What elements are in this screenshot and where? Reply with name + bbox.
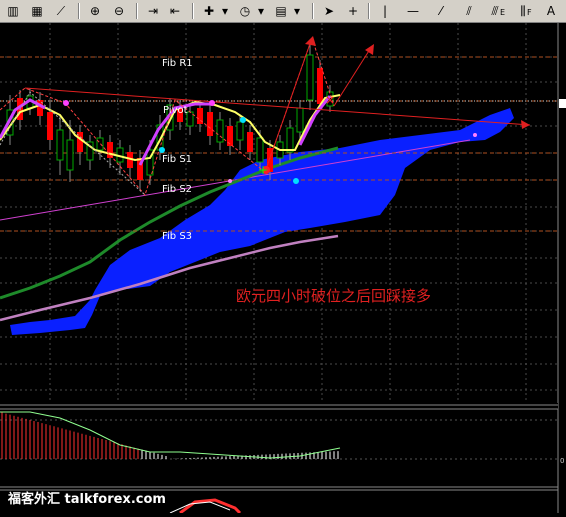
chart-annotation: 欧元四小时破位之后回踩接多 — [236, 287, 431, 305]
macd-signal-line — [0, 411, 341, 459]
pivot-dot — [240, 117, 246, 123]
pivot-dot — [63, 100, 69, 106]
zoom-out-icon[interactable]: ⊖ — [110, 2, 128, 20]
pivot-dot — [473, 133, 477, 137]
candle — [317, 68, 323, 104]
watermark: 福客外汇 talkforex.com — [7, 491, 166, 507]
candle — [66, 139, 74, 171]
price-axis — [558, 23, 566, 513]
chart-shift-icon[interactable]: ⇥ — [144, 2, 162, 20]
macd-zero-label: 0 — [560, 457, 564, 465]
toolbar-separator — [78, 3, 80, 19]
fib-r1-label: Fib R1 — [162, 58, 193, 69]
fib-s2-label: Fib S2 — [162, 184, 192, 195]
candle — [306, 54, 314, 101]
pivot-label: Pivot — [163, 105, 188, 116]
panel-divider — [0, 403, 558, 409]
arrow-head-icon — [305, 36, 316, 46]
fib-s3-label: Fib S3 — [162, 231, 192, 242]
vertical-line-icon[interactable]: | — [376, 2, 394, 20]
candle — [227, 126, 233, 146]
pivot-dot — [209, 100, 215, 106]
horizontal-line-icon[interactable]: — — [404, 2, 422, 20]
toolbar-separator — [192, 3, 194, 19]
macd-panel: 0 — [0, 411, 564, 465]
tool-letter-e: E — [500, 8, 506, 17]
buy-signal-icon: + — [258, 163, 268, 177]
equidistant-channel-icon[interactable]: ⫽ — [460, 2, 478, 20]
candle — [107, 142, 113, 158]
candle — [96, 137, 104, 151]
dropdown-arrow-icon[interactable]: ▾ — [288, 2, 306, 20]
candle — [186, 111, 194, 127]
crosshair-icon[interactable]: + — [344, 2, 362, 20]
autoscroll-icon[interactable]: ⇤ — [166, 2, 184, 20]
pivot-dot — [228, 179, 232, 183]
candlestick-icon[interactable]: ▦ — [28, 2, 46, 20]
candle — [216, 119, 224, 143]
candle — [247, 132, 253, 152]
pivot-dot — [293, 178, 299, 184]
toolbar-separator — [368, 3, 370, 19]
sell-signal-icon: × — [325, 93, 335, 107]
current-price-marker — [559, 99, 566, 108]
candle — [256, 137, 264, 163]
fib-s1-label: Fib S1 — [162, 154, 192, 165]
zoom-in-icon[interactable]: ⊕ — [86, 2, 104, 20]
resistance-trendline — [24, 87, 531, 126]
chart-window[interactable]: + × Fib R1 Pivot Fib S1 Fib S2 Fib S3 欧元… — [0, 23, 566, 515]
toolbar-separator — [136, 3, 138, 19]
dropdown-arrow-icon[interactable]: ▾ — [216, 2, 234, 20]
bar-chart-icon[interactable]: ▥ — [4, 2, 22, 20]
candle — [56, 129, 64, 161]
candle — [296, 107, 304, 133]
toolbar: ▥ ▦ ⟋ ⊕ ⊖ ⇥ ⇤ ✚ ▾ ◷ ▾ ▤ ▾ ➤ + | — ⁄ ⫽ ⫻ … — [0, 0, 566, 23]
tool-letter-f: F — [527, 8, 532, 17]
candle — [207, 112, 213, 136]
dropdown-arrow-icon[interactable]: ▾ — [252, 2, 270, 20]
toolbar-separator — [312, 3, 314, 19]
candle — [236, 121, 244, 141]
pivot-dot — [159, 147, 165, 153]
cursor-icon[interactable]: ➤ — [320, 2, 338, 20]
trendline-icon[interactable]: ⁄ — [432, 2, 450, 20]
candle — [286, 127, 294, 153]
arrow-head-icon — [365, 44, 374, 55]
arrow-head-icon — [521, 120, 530, 129]
text-label-icon[interactable]: A — [542, 2, 560, 20]
candle — [47, 112, 53, 140]
projection-line — [333, 45, 373, 107]
line-chart-icon[interactable]: ⟋ — [52, 2, 70, 20]
